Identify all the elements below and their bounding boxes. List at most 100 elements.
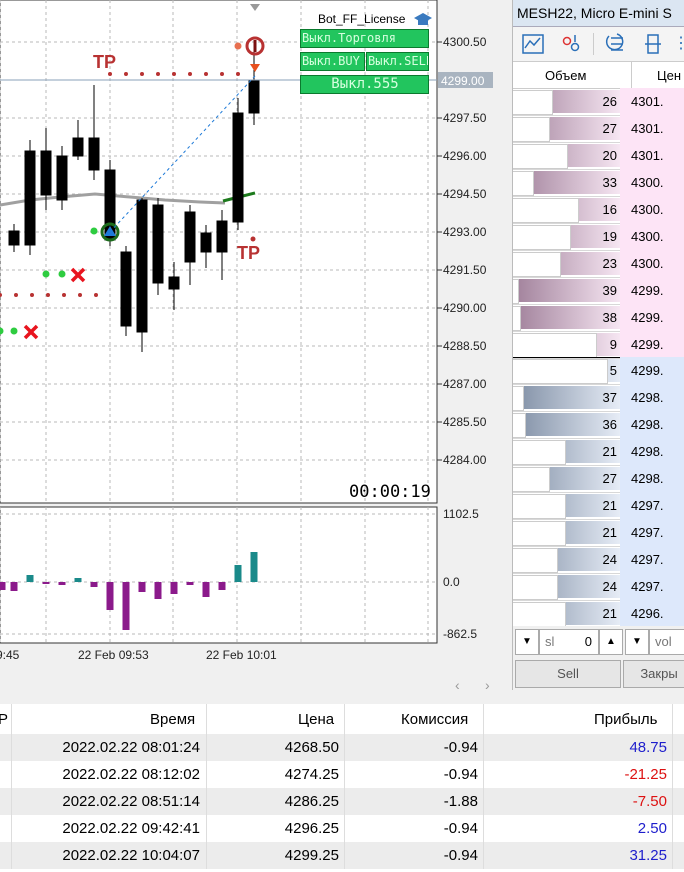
toggle-555-button[interactable]: Выкл.555 [300,75,429,94]
dom-ask-row[interactable]: 19 4300. [513,223,684,251]
vol-dropdown-arrow[interactable]: ▼ [625,629,649,655]
dom-header: Объем Цен [513,62,684,89]
volume-bar-remainder [513,171,534,196]
price-cell[interactable]: 4297. [620,546,684,573]
price-value: 4296. [631,606,664,621]
dom-bid-row[interactable]: 21 4296. [513,600,684,628]
dom-title: MESH22, Micro E-mini S [513,0,684,27]
history-table: P Время Цена Комиссия Прибыль 2022.02.22… [0,704,684,872]
volume-value: 21 [602,525,617,540]
dom-ask-row[interactable]: 38 4299. [513,304,684,332]
price-cell[interactable]: 4299. [620,331,684,358]
dom-ask-row[interactable]: 16 4300. [513,196,684,224]
col-header-p[interactable]: P [0,711,8,728]
history-row[interactable]: 2022.02.22 10:04:07 4299.25 -0.94 31.25 [0,842,684,869]
price-cell[interactable]: 4301. [620,115,684,142]
center-icon[interactable] [641,32,665,56]
dom-bid-row[interactable]: 21 4297. [513,492,684,520]
sell-button[interactable]: Sell [515,660,621,688]
volume-value: 36 [602,417,617,432]
price-cell[interactable]: 4299. [620,277,684,304]
depth-of-market-panel: MESH22, Micro E-mini S ⋮ Объем Цен 26 430… [512,0,684,690]
vol-input[interactable]: vol [649,629,684,655]
dom-bid-row[interactable]: 37 4298. [513,384,684,412]
col-header-time[interactable]: Время [150,711,195,728]
toggle-trading-button[interactable]: Выкл.Торговля [300,29,429,48]
sl-input[interactable]: sl 0 [539,629,599,655]
dom-bid-row[interactable]: 27 4298. [513,465,684,493]
dom-bid-row[interactable]: 21 4298. [513,438,684,466]
price-tick-label: 4288.50 [443,339,487,353]
histogram-bar [0,582,6,590]
price-cell[interactable]: 4296. [620,600,684,627]
dom-ask-row[interactable]: 23 4300. [513,250,684,278]
reset-icon[interactable] [605,32,629,56]
history-row[interactable]: 2022.02.22 08:01:24 4268.50 -0.94 48.75 [0,734,684,761]
sl-dropdown-arrow[interactable]: ▼ [515,629,539,655]
volume-bar-remainder [513,386,524,411]
price-cell[interactable]: 4299. [620,357,684,384]
price-cell[interactable]: 4297. [620,573,684,600]
dom-bid-row[interactable]: 5 4299. [513,357,684,385]
time-tick-label: 22 Feb 10:01 [206,648,277,662]
histogram-bar [202,582,210,597]
volume-value: 21 [602,498,617,513]
col-header-commission[interactable]: Комиссия [401,711,468,728]
toggle-buy-button[interactable]: Выкл.BUY [300,52,365,71]
dom-ask-row[interactable]: 33 4300. [513,169,684,197]
col-header-price[interactable]: Цена [298,711,334,728]
history-row[interactable]: 2022.02.22 08:51:14 4286.25 -1.88 -7.50 [0,788,684,815]
close-button[interactable]: Закры [623,660,684,688]
indicator-tick-label: -862.5 [443,627,477,641]
price-chart[interactable]: 4300.50 4297.50 4296.00 4294.50 4293.00 4291.… [0,0,508,693]
dom-ask-row[interactable]: 27 4301. [513,115,684,143]
more-icon[interactable]: ⋮ [673,33,684,53]
dom-ask-row[interactable]: 26 4301. [513,88,684,116]
price-cell[interactable]: 4298. [620,384,684,411]
price-cell[interactable]: 4300. [620,250,684,277]
toggle-sell-button[interactable]: Выкл.SELL [366,52,429,71]
sl-spin-up[interactable]: ▲ [599,629,623,655]
dom-bid-row[interactable]: 36 4298. [513,411,684,439]
indicator-plot-area [0,506,438,644]
trade-price: 4299.25 [284,847,339,864]
price-cell[interactable]: 4300. [620,196,684,223]
price-cell[interactable]: 4297. [620,519,684,546]
volume-value: 21 [602,444,617,459]
price-cell[interactable]: 4300. [620,223,684,250]
price-cell[interactable]: 4300. [620,169,684,196]
history-row[interactable]: 2022.02.22 08:12:02 4274.25 -0.94 -21.25 [0,761,684,788]
price-value: 4298. [631,417,664,432]
price-cell[interactable]: 4301. [620,88,684,115]
chart-icon[interactable] [521,32,545,56]
histogram-bar [90,582,98,587]
price-cell[interactable]: 4301. [620,142,684,169]
trade-levels-icon[interactable] [559,32,583,56]
dom-bid-row[interactable]: 24 4297. [513,546,684,574]
price-cell[interactable]: 4298. [620,411,684,438]
dom-ask-row[interactable]: 39 4299. [513,277,684,305]
price-cell[interactable]: 4298. [620,438,684,465]
dom-bid-row[interactable]: 24 4297. [513,573,684,601]
dom-bid-row[interactable]: 21 4297. [513,519,684,547]
volume-value: 39 [602,283,617,298]
histogram-bar [42,582,50,584]
col-header-profit[interactable]: Прибыль [594,711,657,728]
volume-value: 24 [602,579,617,594]
candle [8,230,20,246]
price-cell[interactable]: 4298. [620,465,684,492]
volume-bar-remainder [513,333,597,358]
vol-label: vol [655,634,672,649]
dom-ask-row[interactable]: 20 4301. [513,142,684,170]
chart-canvas[interactable]: 4300.50 4297.50 4296.00 4294.50 4293.00 4291.… [0,0,508,668]
history-row[interactable]: 2022.02.22 09:42:41 4296.25 -0.94 2.50 [0,815,684,842]
indicator-tick-label: 1102.5 [443,507,479,521]
bar-timer: 00:00:19 [349,482,431,502]
dom-ask-row[interactable]: 9 4299. [513,331,684,359]
price-cell[interactable]: 4297. [620,492,684,519]
candle [56,155,68,201]
volume-bar-remainder [513,359,608,384]
volume-value: 27 [602,471,617,486]
price-tick-label: 4296.00 [443,149,487,163]
price-cell[interactable]: 4299. [620,304,684,331]
